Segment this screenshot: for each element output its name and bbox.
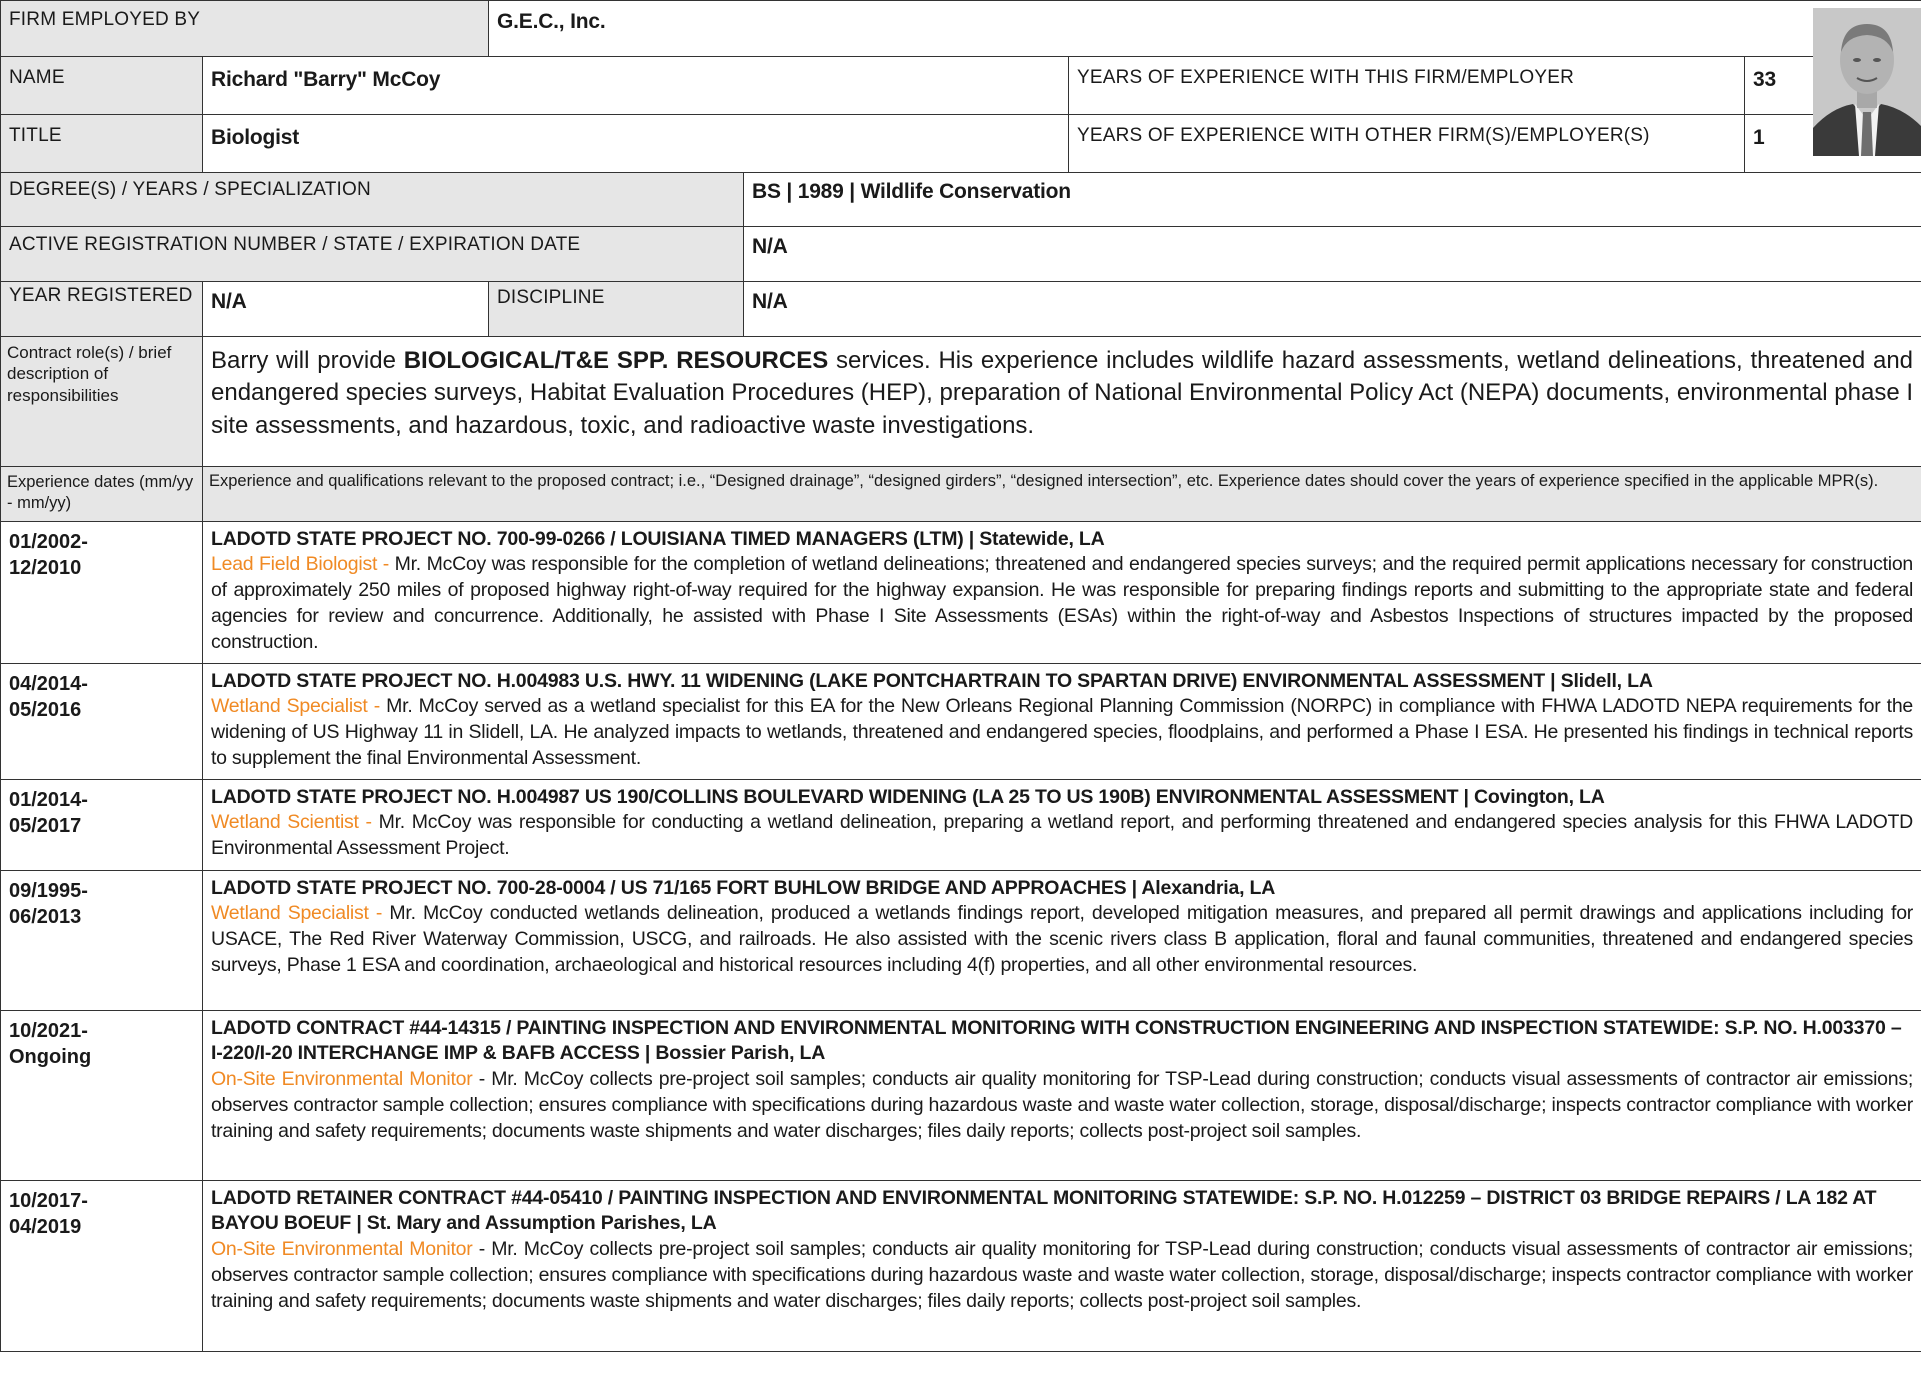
project-row: 09/1995- 06/2013 LADOTD STATE PROJECT NO…: [0, 870, 1921, 1011]
project-row: 10/2021- Ongoing LADOTD CONTRACT #44-143…: [0, 1010, 1921, 1181]
project-row: 01/2002- 12/2010 LADOTD STATE PROJECT NO…: [0, 521, 1921, 664]
project-text: Mr. McCoy was responsible for the comple…: [211, 553, 1914, 654]
project-title: LADOTD STATE PROJECT NO. 700-99-0266 / L…: [211, 528, 1105, 550]
project-dates: 01/2002- 12/2010: [0, 521, 203, 664]
project-text: Mr. McCoy conducted wetlands delineation…: [211, 902, 1914, 977]
project-details: LADOTD CONTRACT #44-14315 / PAINTING INS…: [201, 1010, 1921, 1181]
years-this-firm-cell: YEARS OF EXPERIENCE WITH THIS FIRM/EMPLO…: [1068, 56, 1745, 115]
firm-label: FIRM EMPLOYED BY: [0, 0, 489, 57]
project-role: Wetland Scientist -: [211, 811, 379, 834]
project-role: Wetland Specialist -: [211, 902, 390, 925]
degree-value: BS | 1989 | Wildlife Conservation: [742, 172, 1921, 227]
name-label: NAME: [0, 56, 203, 115]
project-role: On-Site Environmental Monitor: [211, 1067, 473, 1090]
project-description: Wetland Specialist - Mr. McCoy conducted…: [211, 901, 1913, 979]
years-other-firm-label: YEARS OF EXPERIENCE WITH OTHER FIRM(S)/E…: [1068, 114, 1745, 173]
project-row: 10/2017- 04/2019 LADOTD RETAINER CONTRAC…: [0, 1180, 1921, 1352]
project-title: LADOTD CONTRACT #44-14315 / PAINTING INS…: [211, 1017, 1902, 1065]
resume-form: FIRM EMPLOYED BY G.E.C., Inc. NAME Richa…: [0, 0, 1921, 1352]
project-title: LADOTD STATE PROJECT NO. H.004983 U.S. H…: [211, 670, 1653, 692]
contract-role-highlight: BIOLOGICAL/T&E SPP. RESOURCES: [403, 347, 829, 374]
years-this-firm-value: 33: [1753, 68, 1776, 91]
project-details: LADOTD STATE PROJECT NO. H.004983 U.S. H…: [201, 663, 1921, 780]
project-role: Wetland Specialist -: [211, 695, 387, 718]
experience-instructions: Experience and qualifications relevant t…: [201, 466, 1921, 522]
project-text: Mr. McCoy served as a wetland specialist…: [211, 695, 1914, 770]
project-dates: 10/2021- Ongoing: [0, 1010, 203, 1181]
project-dates: 01/2014- 05/2017: [0, 779, 203, 871]
degree-label: DEGREE(S) / YEARS / SPECIALIZATION: [0, 172, 744, 227]
discipline-label: DISCIPLINE: [488, 281, 744, 337]
contract-role-label: Contract role(s) / brief description of …: [0, 336, 203, 467]
portrait-photo: [1813, 8, 1921, 156]
project-description: Lead Field Biologist - Mr. McCoy was res…: [211, 552, 1913, 656]
project-details: LADOTD STATE PROJECT NO. 700-28-0004 / U…: [201, 870, 1921, 1011]
year-registered-label: YEAR REGISTERED: [0, 281, 203, 337]
project-dates: 09/1995- 06/2013: [0, 870, 203, 1011]
name-value: Richard "Barry" McCoy: [202, 56, 1069, 115]
experience-dates-label: Experience dates (mm/yy - mm/yy): [0, 466, 203, 522]
title-value: Biologist: [202, 114, 1069, 173]
project-role: On-Site Environmental Monitor: [211, 1237, 473, 1260]
registration-value: N/A: [742, 226, 1921, 282]
contract-role-intro: Barry will provide: [211, 347, 404, 374]
project-title: LADOTD STATE PROJECT NO. H.004987 US 190…: [211, 786, 1605, 808]
registration-label: ACTIVE REGISTRATION NUMBER / STATE / EXP…: [0, 226, 744, 282]
project-dates: 10/2017- 04/2019: [0, 1180, 203, 1352]
discipline-value: N/A: [742, 281, 1921, 337]
year-registered-value: N/A: [202, 281, 489, 337]
project-description: Wetland Scientist - Mr. McCoy was respon…: [211, 810, 1913, 862]
project-dates: 04/2014- 05/2016: [0, 663, 203, 780]
project-text: Mr. McCoy was responsible for conducting…: [211, 811, 1914, 860]
portrait-image: [1813, 8, 1921, 156]
project-role: Lead Field Biologist -: [211, 553, 395, 576]
project-row: 01/2014- 05/2017 LADOTD STATE PROJECT NO…: [0, 779, 1921, 871]
firm-value: G.E.C., Inc.: [487, 0, 1921, 57]
years-this-firm-label: YEARS OF EXPERIENCE WITH THIS FIRM/EMPLO…: [1077, 67, 1575, 88]
contract-role-description: Barry will provide BIOLOGICAL/T&E SPP. R…: [201, 336, 1921, 467]
title-label: TITLE: [0, 114, 203, 173]
project-description: On-Site Environmental Monitor - Mr. McCo…: [211, 1237, 1913, 1315]
project-details: LADOTD STATE PROJECT NO. 700-99-0266 / L…: [201, 521, 1921, 664]
project-title: LADOTD STATE PROJECT NO. 700-28-0004 / U…: [211, 877, 1276, 899]
project-details: LADOTD RETAINER CONTRACT #44-05410 / PAI…: [201, 1180, 1921, 1352]
project-row: 04/2014- 05/2016 LADOTD STATE PROJECT NO…: [0, 663, 1921, 780]
project-details: LADOTD STATE PROJECT NO. H.004987 US 190…: [201, 779, 1921, 871]
years-other-firm-value: 1: [1753, 126, 1765, 149]
project-description: On-Site Environmental Monitor - Mr. McCo…: [211, 1067, 1913, 1145]
project-description: Wetland Specialist - Mr. McCoy served as…: [211, 694, 1913, 772]
project-title: LADOTD RETAINER CONTRACT #44-05410 / PAI…: [211, 1187, 1877, 1235]
